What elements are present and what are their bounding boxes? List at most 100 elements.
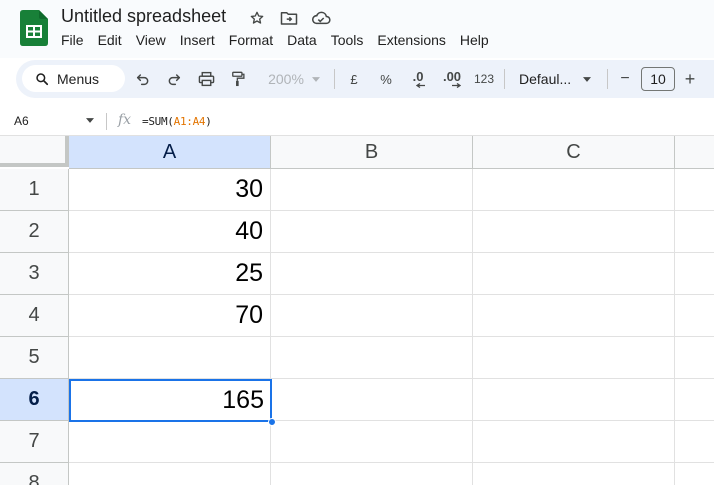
zoom-value: 200% xyxy=(268,71,304,87)
format-percent-button[interactable]: % xyxy=(375,68,397,90)
search-menus-label: Menus xyxy=(57,70,100,87)
cell-b1[interactable] xyxy=(271,169,473,211)
increase-decimal-button[interactable]: .00 xyxy=(438,68,466,90)
formula-bar: A6 fx =SUM(A1:A4) xyxy=(0,106,714,136)
formula-range: A1:A4 xyxy=(173,115,206,128)
cell-c4[interactable] xyxy=(473,295,675,337)
cell-d5[interactable] xyxy=(675,337,714,379)
toolbar: Menus 200% £ % .0 .00 123 Defaul... − 10… xyxy=(16,60,714,98)
menu-insert[interactable]: Insert xyxy=(173,31,222,49)
cell-a5[interactable] xyxy=(69,337,271,379)
name-box[interactable]: A6 xyxy=(14,114,29,128)
paint-format-icon[interactable] xyxy=(227,68,249,90)
cell-a6-active[interactable]: 165 xyxy=(69,379,272,422)
format-currency-button[interactable]: £ xyxy=(343,68,365,90)
menu-extensions[interactable]: Extensions xyxy=(370,31,452,49)
menu-help[interactable]: Help xyxy=(453,31,496,49)
row-header-6[interactable]: 6 xyxy=(0,379,69,421)
formula-prefix: =SUM( xyxy=(142,115,174,128)
row-header-7[interactable]: 7 xyxy=(0,421,69,463)
cell-a4[interactable]: 70 xyxy=(69,295,271,337)
font-value: Defaul... xyxy=(519,71,572,87)
menu-view[interactable]: View xyxy=(129,31,173,49)
menu-data[interactable]: Data xyxy=(280,31,324,49)
arrow-right-icon xyxy=(452,82,461,88)
row-header-5[interactable]: 5 xyxy=(0,337,69,379)
increase-decimal-label: .00 xyxy=(442,68,462,84)
row-header-4[interactable]: 4 xyxy=(0,295,69,337)
sheets-logo-icon[interactable] xyxy=(20,10,48,46)
undo-icon[interactable] xyxy=(132,68,154,90)
cell-d6[interactable] xyxy=(675,379,714,421)
increase-font-size-button[interactable]: + xyxy=(679,68,701,90)
cell-b7[interactable] xyxy=(271,421,473,463)
cell-b6[interactable] xyxy=(271,379,473,421)
cell-d1[interactable] xyxy=(675,169,714,211)
menu-format[interactable]: Format xyxy=(222,31,280,49)
toolbar-divider xyxy=(607,69,608,89)
move-to-folder-icon[interactable] xyxy=(279,9,299,27)
toolbar-divider xyxy=(504,69,505,89)
cell-a1[interactable]: 30 xyxy=(69,169,271,211)
cell-b2[interactable] xyxy=(271,211,473,253)
column-header-a[interactable]: A xyxy=(69,136,271,169)
menu-edit[interactable]: Edit xyxy=(91,31,129,49)
cell-d4[interactable] xyxy=(675,295,714,337)
minus-label: − xyxy=(620,70,630,87)
star-icon[interactable] xyxy=(247,9,267,27)
cell-c6[interactable] xyxy=(473,379,675,421)
row-header-2[interactable]: 2 xyxy=(0,211,69,253)
cell-b5[interactable] xyxy=(271,337,473,379)
cell-c3[interactable] xyxy=(473,253,675,295)
formula-input[interactable]: =SUM(A1:A4) xyxy=(142,115,212,128)
cell-d8[interactable] xyxy=(675,463,714,485)
cell-a8[interactable] xyxy=(69,463,271,485)
spreadsheet-grid: A B C 1 2 3 4 5 6 7 8 30 40 25 70 165 xyxy=(0,136,714,485)
cell-a3[interactable]: 25 xyxy=(69,253,271,295)
arrow-left-icon xyxy=(416,82,425,88)
decrease-decimal-button[interactable]: .0 xyxy=(406,68,430,90)
cell-d3[interactable] xyxy=(675,253,714,295)
menu-file[interactable]: File xyxy=(54,31,91,49)
cell-c8[interactable] xyxy=(473,463,675,485)
fx-icon: fx xyxy=(118,112,132,128)
cell-b3[interactable] xyxy=(271,253,473,295)
cell-a2[interactable]: 40 xyxy=(69,211,271,253)
menu-bar: File Edit View Insert Format Data Tools … xyxy=(54,31,496,49)
column-header-c[interactable]: C xyxy=(473,136,675,169)
cell-d7[interactable] xyxy=(675,421,714,463)
zoom-select[interactable]: 200% xyxy=(259,68,329,90)
cell-d2[interactable] xyxy=(675,211,714,253)
toolbar-divider xyxy=(334,69,335,89)
cloud-status-icon[interactable] xyxy=(311,9,331,27)
formula-suffix: ) xyxy=(205,115,212,128)
cell-a7[interactable] xyxy=(69,421,271,463)
document-title[interactable]: Untitled spreadsheet xyxy=(61,6,226,27)
cell-c5[interactable] xyxy=(473,337,675,379)
row-header-8[interactable]: 8 xyxy=(0,463,69,485)
select-all-corner[interactable] xyxy=(0,136,69,167)
font-size-input[interactable]: 10 xyxy=(641,67,675,91)
redo-icon[interactable] xyxy=(163,68,185,90)
more-formats-label: 123 xyxy=(473,72,495,86)
chevron-down-icon[interactable] xyxy=(86,118,94,123)
fill-handle[interactable] xyxy=(268,418,276,426)
column-header-d[interactable] xyxy=(675,136,714,169)
row-header-3[interactable]: 3 xyxy=(0,253,69,295)
decrease-font-size-button[interactable]: − xyxy=(614,68,636,90)
cell-c7[interactable] xyxy=(473,421,675,463)
cell-b8[interactable] xyxy=(271,463,473,485)
row-header-1[interactable]: 1 xyxy=(0,169,69,211)
cell-c2[interactable] xyxy=(473,211,675,253)
print-icon[interactable] xyxy=(195,68,217,90)
column-header-b[interactable]: B xyxy=(271,136,473,169)
percent-label: % xyxy=(380,71,392,87)
search-menus-button[interactable]: Menus xyxy=(22,65,125,92)
font-select[interactable]: Defaul... xyxy=(512,68,600,90)
more-formats-button[interactable]: 123 xyxy=(471,68,497,90)
search-icon xyxy=(36,72,49,85)
plus-label: + xyxy=(684,68,696,89)
menu-tools[interactable]: Tools xyxy=(324,31,371,49)
cell-c1[interactable] xyxy=(473,169,675,211)
cell-b4[interactable] xyxy=(271,295,473,337)
